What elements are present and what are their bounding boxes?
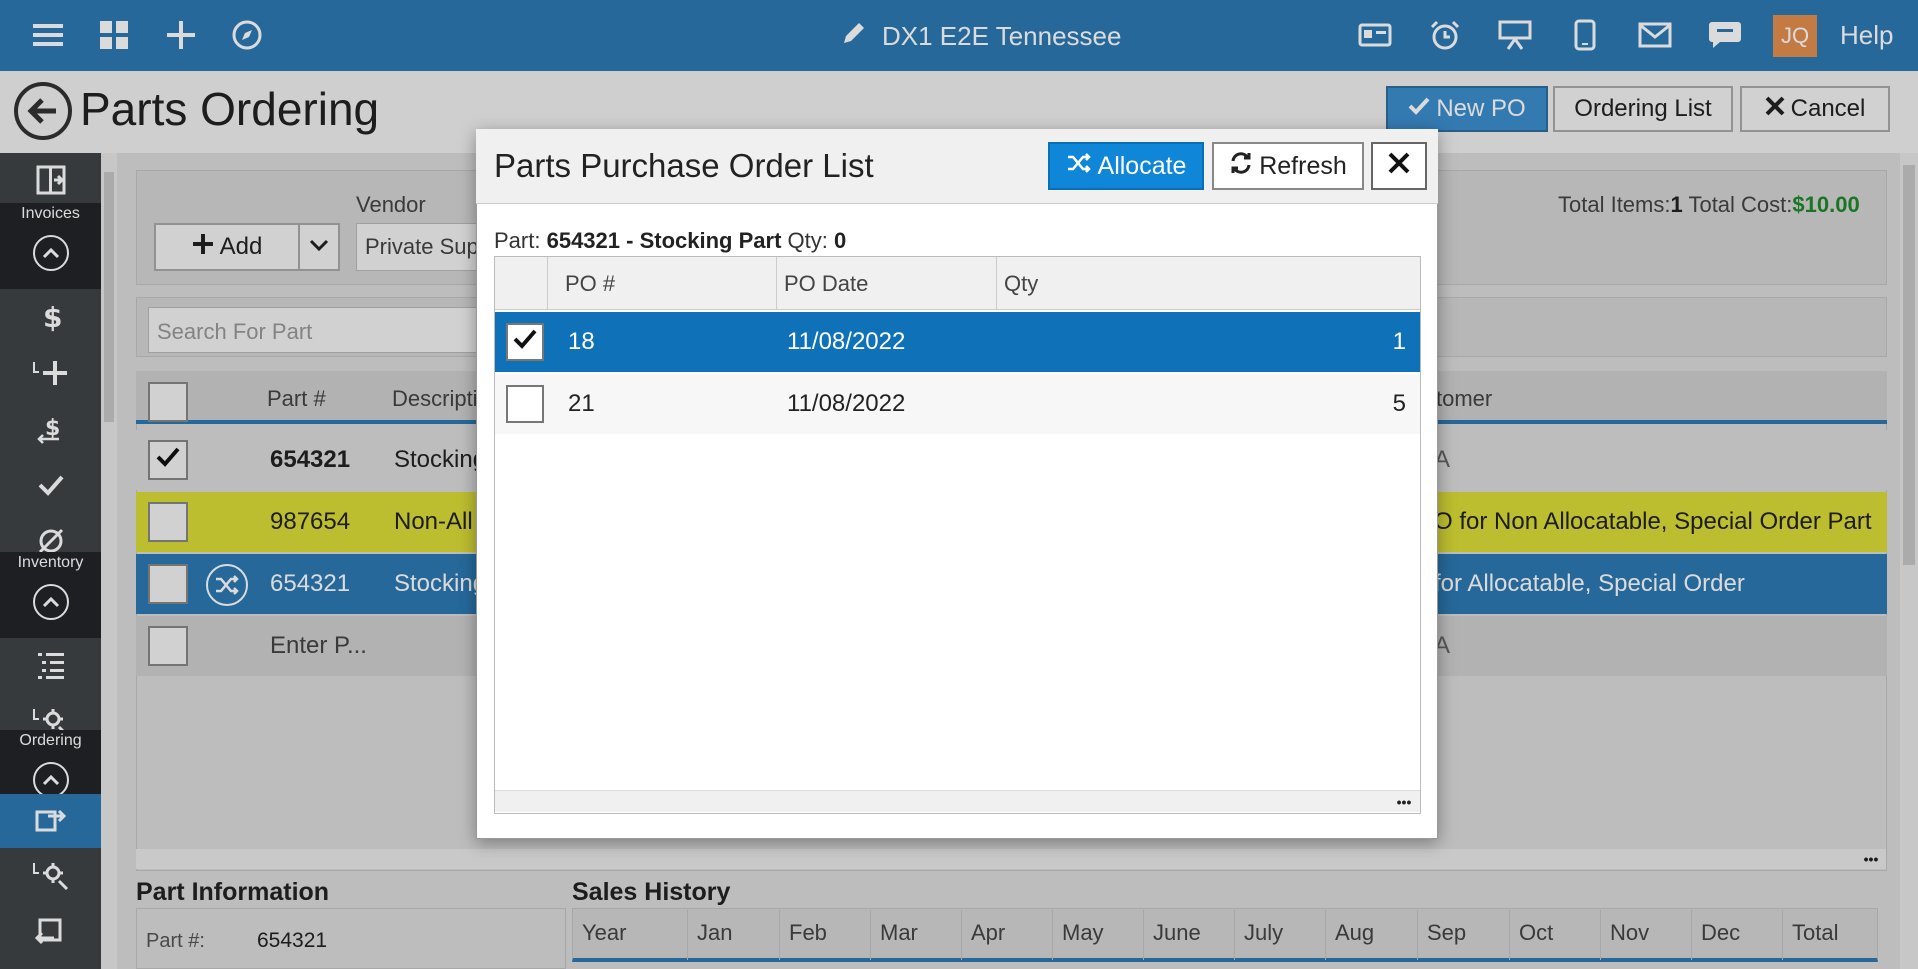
refresh-label: Refresh xyxy=(1259,151,1347,180)
column-header-qty[interactable]: Qty xyxy=(1004,271,1038,297)
po-qty: 1 xyxy=(1392,328,1406,355)
po-row-checkbox[interactable] xyxy=(506,385,544,423)
close-icon xyxy=(1388,152,1410,181)
part-number: 654321 xyxy=(546,228,621,253)
refresh-button[interactable]: Refresh xyxy=(1212,142,1364,190)
column-divider xyxy=(547,257,548,310)
po-row-checkbox[interactable] xyxy=(506,323,544,361)
part-separator: - xyxy=(626,228,634,253)
modal-close-button[interactable] xyxy=(1371,142,1427,190)
part-type: Stocking Part xyxy=(639,228,782,253)
part-label: Part: xyxy=(494,228,541,253)
po-date: 11/08/2022 xyxy=(787,390,906,417)
shuffle-icon xyxy=(1066,152,1092,181)
po-number: 21 xyxy=(568,390,595,417)
column-header-po-number[interactable]: PO # xyxy=(565,271,615,297)
column-divider xyxy=(996,257,997,310)
column-header-po-date[interactable]: PO Date xyxy=(784,271,868,297)
column-divider xyxy=(776,257,777,310)
po-qty: 5 xyxy=(1392,390,1406,417)
po-row[interactable]: 21 11/08/2022 5 xyxy=(495,374,1420,434)
allocate-button[interactable]: Allocate xyxy=(1048,142,1204,190)
modal-title: Parts Purchase Order List xyxy=(494,147,874,184)
po-list-hscroll[interactable] xyxy=(495,790,1388,812)
po-list-header xyxy=(495,257,1420,310)
po-number: 18 xyxy=(568,328,595,355)
modal-part-summary: Part: 654321 - Stocking Part Qty: 0 xyxy=(494,228,846,254)
more-icon[interactable]: ••• xyxy=(1388,790,1420,812)
po-date: 11/08/2022 xyxy=(787,328,906,355)
allocate-label: Allocate xyxy=(1097,151,1187,180)
po-row[interactable]: 18 11/08/2022 1 xyxy=(495,312,1420,372)
refresh-icon xyxy=(1229,151,1253,182)
check-icon xyxy=(512,328,538,357)
qty-label: Qty: xyxy=(787,228,828,253)
qty-value: 0 xyxy=(834,228,847,253)
